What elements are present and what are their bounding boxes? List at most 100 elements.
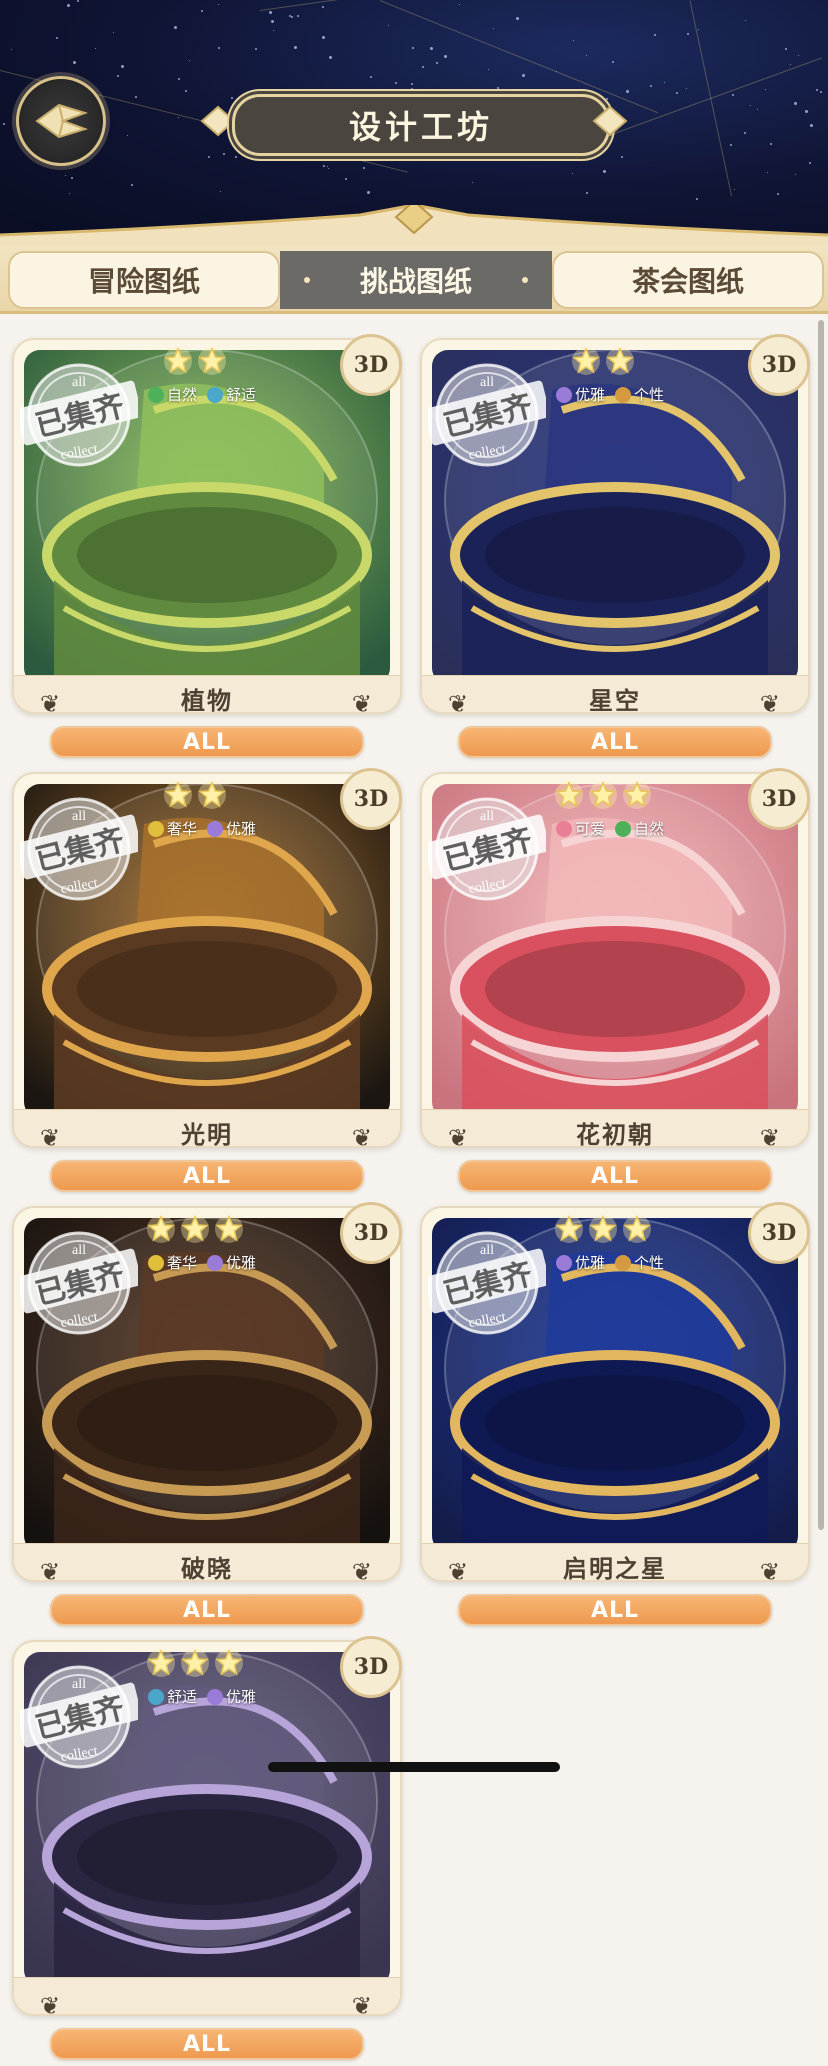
star-dot: [323, 165, 325, 167]
star-dot: [218, 4, 219, 5]
3d-view-button[interactable]: 3D: [748, 768, 810, 830]
star-dot: [493, 28, 494, 29]
swirl-ornament-icon: ❦: [351, 1558, 374, 1582]
card-name-bar: ❦ 花初朝 ❦: [422, 1109, 808, 1148]
blueprint-card[interactable]: ❦ 植物 ❦ 3D all 已集齐 collect 自然 舒适 ALL: [12, 334, 402, 764]
all-button[interactable]: ALL: [50, 2028, 364, 2060]
star-dot: [676, 92, 678, 94]
star-dot: [220, 191, 221, 192]
star-dot: [322, 6, 324, 8]
star-dot: [3, 123, 5, 125]
svg-text:all: all: [480, 1243, 494, 1258]
collected-stamp: all 已集齐 collect: [428, 1231, 546, 1335]
tab-challenge-blueprints[interactable]: 挑战图纸: [280, 251, 552, 309]
swirl-ornament-icon: ❦: [448, 1124, 471, 1148]
star-dot: [65, 175, 66, 176]
style-tags: 奢华 优雅: [148, 818, 256, 839]
rarity-star-icon: [623, 1215, 651, 1243]
star-dot: [664, 82, 665, 83]
scrollbar[interactable]: [818, 320, 824, 1530]
style-tag-label: 个性: [634, 1254, 665, 1272]
all-button[interactable]: ALL: [50, 1160, 364, 1192]
3d-label: 3D: [353, 1654, 389, 1680]
rarity-stars: [163, 780, 227, 810]
3d-view-button[interactable]: 3D: [748, 334, 810, 396]
all-button[interactable]: ALL: [458, 726, 772, 758]
rarity-star-icon: [198, 347, 226, 375]
rarity-stars: [554, 1214, 652, 1244]
all-button[interactable]: ALL: [50, 726, 364, 758]
star-dot: [174, 26, 177, 29]
3d-view-button[interactable]: 3D: [340, 1636, 402, 1698]
back-arrow-icon: [35, 103, 89, 139]
star-dot: [696, 198, 698, 200]
3d-view-button[interactable]: 3D: [748, 1202, 810, 1264]
blueprint-card[interactable]: ❦ 启明之星 ❦ 3D all 已集齐 collect 优雅 个性 ALL: [420, 1202, 810, 1632]
style-tag: 优雅: [207, 818, 256, 839]
star-dot: [572, 173, 573, 174]
star-dot: [777, 193, 779, 195]
style-tags: 舒适 优雅: [148, 1686, 256, 1707]
style-tags: 奢华 优雅: [148, 1252, 256, 1273]
star-dot: [370, 76, 372, 78]
tab-tea-party-blueprints[interactable]: 茶会图纸: [552, 251, 824, 309]
star-dot: [56, 37, 58, 39]
star-dot: [328, 168, 329, 169]
all-button[interactable]: ALL: [458, 1160, 772, 1192]
style-tag-label: 奢华: [167, 820, 198, 838]
style-tag-icon: [148, 386, 164, 403]
all-label: ALL: [182, 1163, 232, 1189]
back-button[interactable]: [16, 76, 106, 166]
star-dot: [698, 29, 699, 30]
blueprint-card[interactable]: ❦ 星空 ❦ 3D all 已集齐 collect 优雅 个性 ALL: [420, 334, 810, 764]
svg-text:all: all: [72, 1677, 86, 1692]
star-dot: [488, 69, 489, 70]
star-dot: [765, 89, 766, 90]
3d-view-button[interactable]: 3D: [340, 334, 402, 396]
title-left-ornament-icon: [200, 105, 236, 137]
all-label: ALL: [590, 1597, 640, 1623]
star-dot: [231, 97, 233, 99]
star-dot: [178, 78, 180, 80]
style-tag: 优雅: [207, 1252, 256, 1273]
style-tag: 舒适: [148, 1686, 197, 1707]
rarity-star-icon: [147, 1649, 175, 1677]
star-dot: [650, 85, 652, 87]
3d-view-button[interactable]: 3D: [340, 768, 402, 830]
star-dot: [430, 47, 433, 50]
star-dot: [271, 20, 274, 23]
style-tag-label: 优雅: [226, 820, 257, 838]
all-button[interactable]: ALL: [458, 1594, 772, 1626]
style-tag: 自然: [148, 384, 197, 405]
collected-stamp: all 已集齐 collect: [20, 363, 138, 467]
card-name-bar: ❦ 破晓 ❦: [14, 1543, 400, 1582]
star-dot: [395, 82, 397, 84]
blueprint-card[interactable]: ❦ 光明 ❦ 3D all 已集齐 collect 奢华 优雅 ALL: [12, 768, 402, 1198]
all-button[interactable]: ALL: [50, 1594, 364, 1626]
tab-adventure-blueprints[interactable]: 冒险图纸: [8, 251, 280, 309]
star-dot: [654, 34, 656, 36]
blueprint-card[interactable]: ❦ 破晓 ❦ 3D all 已集齐 collect 奢华 优雅 ALL: [12, 1202, 402, 1632]
star-dot: [297, 15, 299, 17]
collected-stamp: all 已集齐 collect: [20, 1231, 138, 1335]
star-dot: [11, 49, 12, 50]
all-label: ALL: [182, 2031, 232, 2057]
blueprint-card[interactable]: ❦ 花初朝 ❦ 3D all 已集齐 collect 可爱 自然 ALL: [420, 768, 810, 1198]
blueprint-card[interactable]: ❦ ❦ 3D all 已集齐 collect 舒适 优雅 ALL: [12, 1636, 402, 2066]
style-tag-label: 优雅: [575, 386, 606, 404]
star-dot: [327, 166, 328, 167]
style-tag-label: 优雅: [226, 1688, 257, 1706]
home-indicator[interactable]: [268, 1762, 560, 1772]
rarity-stars: [554, 780, 652, 810]
star-dot: [586, 55, 587, 56]
style-tags: 可爱 自然: [556, 818, 664, 839]
star-dot: [790, 64, 791, 65]
star-dot: [69, 193, 70, 194]
rarity-stars: [571, 346, 635, 376]
3d-label: 3D: [761, 1220, 797, 1246]
3d-view-button[interactable]: 3D: [340, 1202, 402, 1264]
3d-label: 3D: [761, 352, 797, 378]
style-tag: 舒适: [207, 384, 256, 405]
tab-dot-icon: [304, 277, 310, 283]
style-tag-label: 优雅: [575, 1254, 606, 1272]
